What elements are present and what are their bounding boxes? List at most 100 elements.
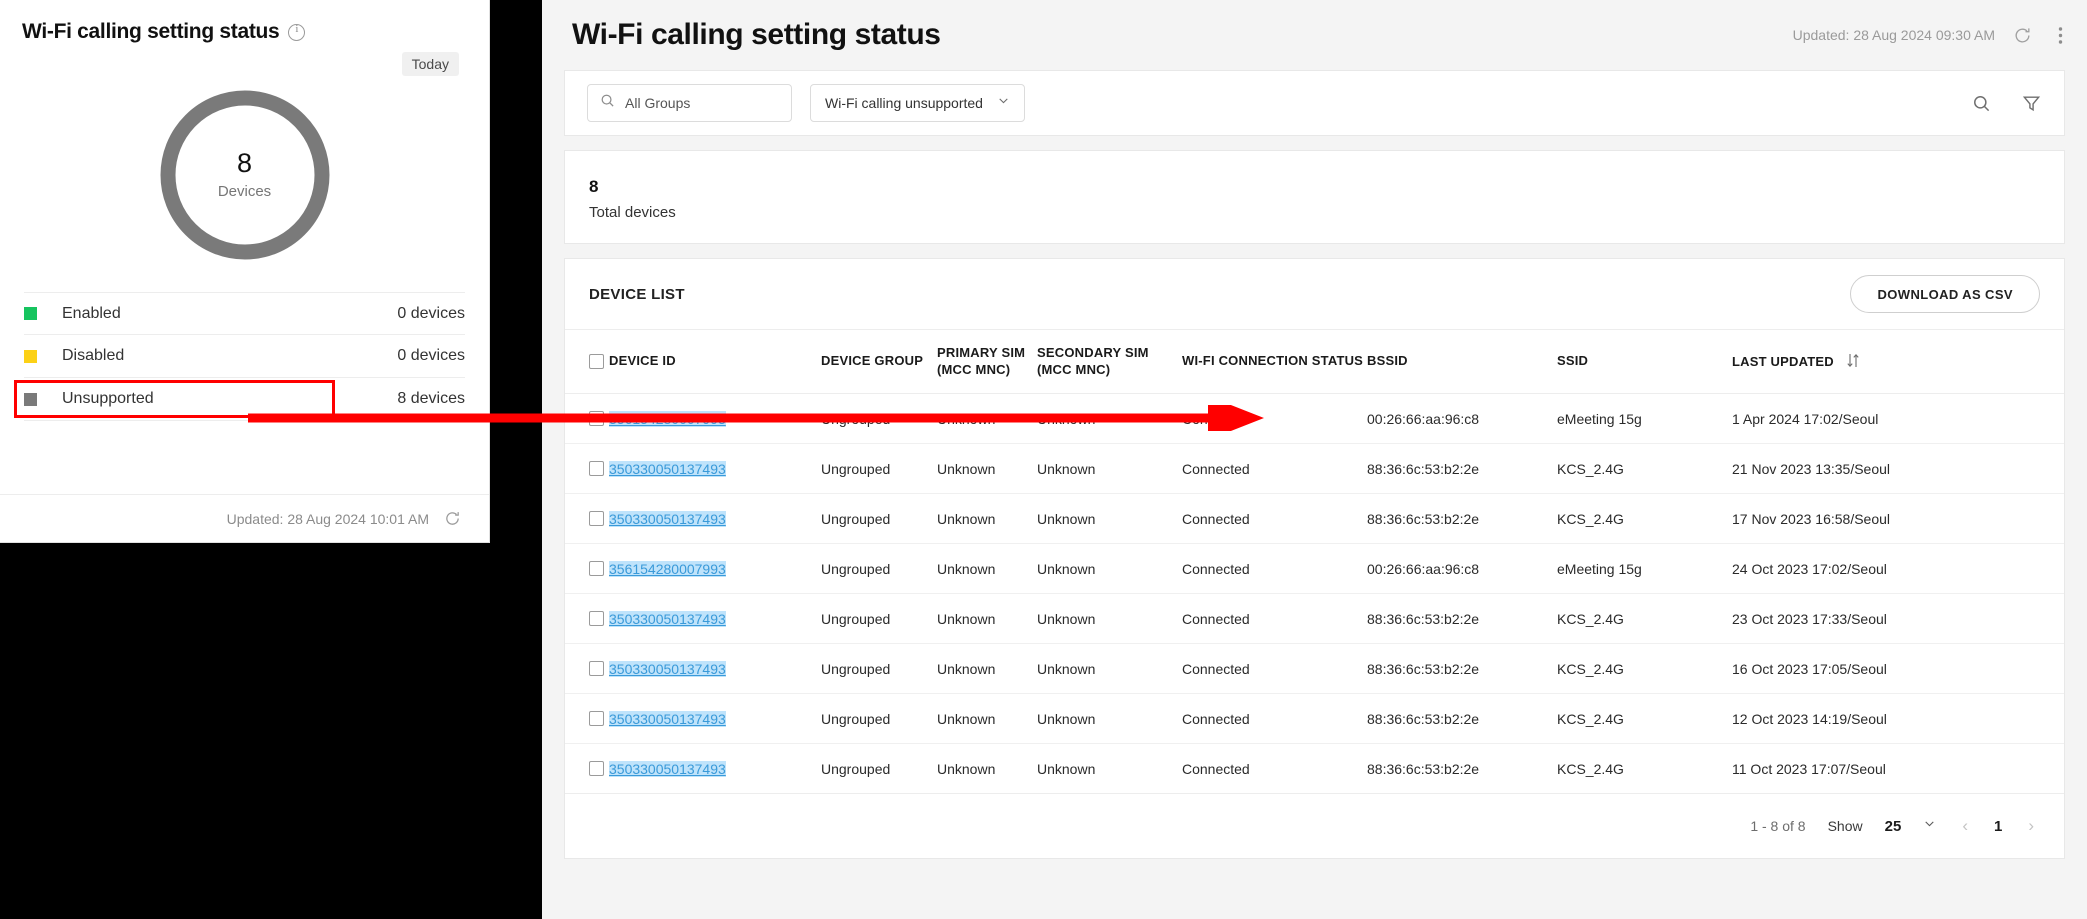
search-icon [600,93,615,113]
search-icon[interactable] [1970,92,1992,114]
cell-wifi-status: Connected [1182,643,1367,694]
chevron-down-icon[interactable] [1923,817,1936,835]
device-id-link[interactable]: 350330050137493 [609,760,726,777]
cell-device-id: 350330050137493 [609,693,821,744]
device-id-link[interactable]: 350330050137493 [609,710,726,727]
col-label-bssid: BSSID [1367,353,1408,369]
cell-bssid: 88:36:6c:53:b2:2e [1367,593,1557,644]
filter-icon[interactable] [2020,92,2042,114]
cell-secondary-sim: Unknown [1037,693,1182,744]
cell-device-group: Ungrouped [821,693,937,744]
device-list-title: DEVICE LIST [589,285,685,303]
cell-bssid: 88:36:6c:53:b2:2e [1367,643,1557,694]
col-label-primary-sim-line2: (MCC MNC) [937,361,1011,377]
cell-secondary-sim: Unknown [1037,443,1182,494]
cell-device-group: Ungrouped [821,443,937,494]
total-devices-card: 8 Total devices [564,150,2065,244]
cell-device-id: 350330050137493 [609,743,821,794]
row-select-cell [565,493,609,544]
col-header-device-id[interactable]: DEVICE ID [609,329,821,394]
row-checkbox[interactable] [589,461,604,476]
row-checkbox[interactable] [589,561,604,576]
col-label-primary-sim-line1: PRIMARY SIM [937,345,1026,361]
col-header-primary-sim[interactable]: PRIMARY SIM (MCC MNC) [937,329,1037,394]
row-checkbox[interactable] [589,611,604,626]
device-table: DEVICE ID DEVICE GROUP PRIMARY SIM (MCC … [565,329,2064,794]
row-checkbox[interactable] [589,761,604,776]
page-header: Wi-Fi calling setting status Updated: 28… [542,0,2087,70]
col-header-bssid[interactable]: BSSID [1367,329,1557,394]
device-id-link[interactable]: 350330050137493 [609,610,726,627]
table-row[interactable]: 350330050137493 Ungrouped Unknown Unknown Co… [565,693,2064,744]
legend-swatch-icon [24,307,37,320]
cell-last-updated: 11 Oct 2023 17:07/Seoul [1732,743,2064,794]
row-checkbox[interactable] [589,511,604,526]
main-content: Wi-Fi calling setting status Updated: 28… [542,0,2087,919]
page-size-value[interactable]: 25 [1885,818,1902,835]
cell-device-group: Ungrouped [821,643,937,694]
table-row[interactable]: 350330050137493 Ungrouped Unknown Unknown Co… [565,593,2064,644]
row-checkbox[interactable] [589,661,604,676]
cell-wifi-status: Connected [1182,443,1367,494]
cell-bssid: 88:36:6c:53:b2:2e [1367,493,1557,544]
status-filter-dropdown[interactable]: Wi-Fi calling unsupported [810,84,1025,122]
table-row[interactable]: 350330050137493 Ungrouped Unknown Unknown Co… [565,443,2064,494]
group-search-value: All Groups [625,95,691,111]
cell-device-id: 350330050137493 [609,443,821,494]
cell-ssid: eMeeting 15g [1557,393,1732,444]
col-header-last-updated[interactable]: LAST UPDATED [1732,329,2064,394]
legend-label: Unsupported [62,390,154,407]
select-all-checkbox[interactable] [589,354,604,369]
device-id-link[interactable]: 350330050137493 [609,660,726,677]
card-header: Wi-Fi calling setting status [0,0,489,44]
table-row[interactable]: 350330050137493 Ungrouped Unknown Unknown Co… [565,493,2064,544]
info-icon[interactable] [288,23,306,41]
legend-row[interactable]: Enabled 0 devices [24,292,465,335]
col-label-wifi-status: WI-FI CONNECTION STATUS [1182,353,1364,369]
device-id-link[interactable]: 356154280007993 [609,560,726,577]
pagination-current-page[interactable]: 1 [1994,818,2002,835]
chevron-left-icon[interactable]: ‹ [1958,816,1972,836]
refresh-icon[interactable] [441,508,463,530]
row-checkbox[interactable] [589,711,604,726]
legend-label: Disabled [62,347,125,364]
cell-ssid: KCS_2.4G [1557,493,1732,544]
cell-wifi-status: Connected [1182,543,1367,594]
period-chip[interactable]: Today [401,52,459,76]
chevron-down-icon [997,94,1010,112]
refresh-icon[interactable] [2011,24,2033,46]
cell-secondary-sim: Unknown [1037,643,1182,694]
last-updated-text: Updated: 28 Aug 2024 09:30 AM [1792,27,1995,43]
donut-chart: 8 Devices [0,86,489,264]
legend-row[interactable]: Disabled 0 devices [24,335,465,378]
table-row[interactable]: 350330050137493 Ungrouped Unknown Unknown Co… [565,643,2064,694]
cell-device-id: 350330050137493 [609,643,821,694]
cell-last-updated: 1 Apr 2024 17:02/Seoul [1732,393,2064,444]
device-id-link[interactable]: 350330050137493 [609,510,726,527]
table-row[interactable]: 350330050137493 Ungrouped Unknown Unknown Co… [565,743,2064,794]
cell-primary-sim: Unknown [937,543,1037,594]
wifi-calling-status-card: Wi-Fi calling setting status Today 8 Dev… [0,0,490,543]
col-header-secondary-sim[interactable]: SECONDARY SIM (MCC MNC) [1037,329,1182,394]
card-footer: Updated: 28 Aug 2024 10:01 AM [0,494,489,542]
cell-secondary-sim: Unknown [1037,493,1182,544]
table-pagination: 1 - 8 of 8 Show 25 ‹ 1 › [565,794,2064,858]
cell-wifi-status: Connected [1182,593,1367,644]
donut-center: 8 Devices [156,86,334,264]
cell-last-updated: 24 Oct 2023 17:02/Seoul [1732,543,2064,594]
col-header-wifi-status[interactable]: WI-FI CONNECTION STATUS [1182,329,1367,394]
cell-device-group: Ungrouped [821,743,937,794]
period-row: Today [0,44,489,76]
cell-secondary-sim: Unknown [1037,593,1182,644]
sort-icon[interactable] [1846,353,1860,371]
cell-bssid: 88:36:6c:53:b2:2e [1367,693,1557,744]
device-id-link[interactable]: 350330050137493 [609,460,726,477]
table-row[interactable]: 356154280007993UngroupedUnknownUnknownCo… [565,543,2064,594]
group-search-input[interactable]: All Groups [587,84,792,122]
download-csv-button[interactable]: DOWNLOAD AS CSV [1850,275,2040,313]
more-vertical-icon[interactable] [2049,24,2071,46]
col-header-device-group[interactable]: DEVICE GROUP [821,329,937,394]
chevron-right-icon[interactable]: › [2024,816,2038,836]
col-header-ssid[interactable]: SSID [1557,329,1732,394]
card-title: Wi-Fi calling setting status [22,20,280,43]
